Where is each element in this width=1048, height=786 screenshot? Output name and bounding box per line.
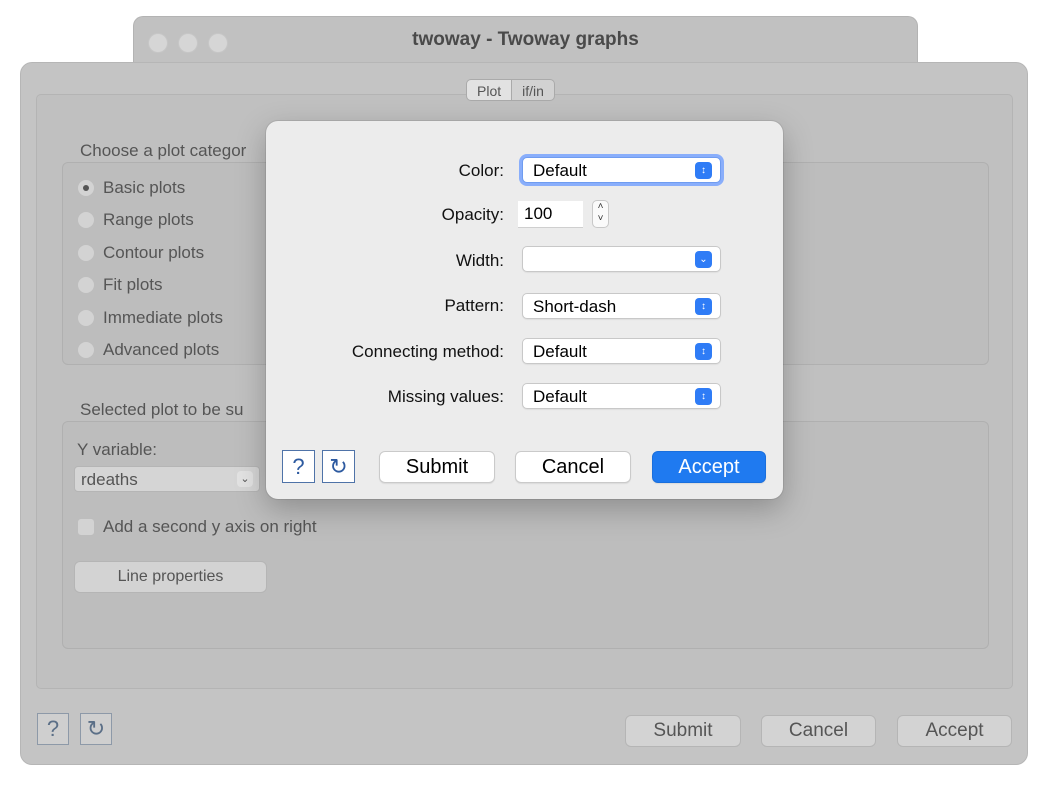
chevron-down-icon[interactable]: ⌄ xyxy=(237,471,253,487)
tab-plot[interactable]: Plot xyxy=(466,79,513,101)
question-mark-icon: ? xyxy=(292,454,305,479)
up-down-chevron-icon: ↕ xyxy=(695,298,712,315)
opacity-label: Opacity: xyxy=(441,205,504,224)
question-mark-icon: ? xyxy=(46,716,60,741)
dialog-help-button[interactable]: ? xyxy=(282,450,315,483)
tab-bar: Plot if/in xyxy=(466,79,555,101)
accept-button[interactable]: Accept xyxy=(897,715,1012,747)
tab-if-in[interactable]: if/in xyxy=(512,79,555,101)
radio-advanced-plots[interactable]: Advanced plots xyxy=(77,340,219,360)
cancel-button[interactable]: Cancel xyxy=(761,715,876,747)
up-down-chevron-icon: ↕ xyxy=(695,343,712,360)
window-title: twoway - Twoway graphs xyxy=(412,29,639,50)
help-button[interactable]: ? xyxy=(37,713,69,745)
radio-selected-icon[interactable] xyxy=(77,179,95,197)
missing-values-select[interactable]: Default ↕ xyxy=(522,383,721,409)
reset-button[interactable]: ↻ xyxy=(80,713,112,745)
connecting-method-select[interactable]: Default ↕ xyxy=(522,338,721,364)
radio-icon[interactable] xyxy=(77,341,95,359)
checkbox-icon[interactable] xyxy=(77,518,95,536)
second-y-axis-checkbox[interactable]: Add a second y axis on right xyxy=(77,517,317,537)
line-properties-button[interactable]: Line properties xyxy=(74,561,267,593)
radio-icon[interactable] xyxy=(77,244,95,262)
reset-arrow-icon: ↻ xyxy=(86,716,106,741)
radio-icon[interactable] xyxy=(77,211,95,229)
radio-basic-plots[interactable]: Basic plots xyxy=(77,178,185,198)
radio-icon[interactable] xyxy=(77,276,95,294)
plot-category-label: Choose a plot categor xyxy=(80,141,247,160)
opacity-stepper[interactable]: ˄ ˅ xyxy=(592,200,609,228)
title-bar: twoway - Twoway graphs xyxy=(133,16,918,65)
width-label: Width: xyxy=(455,251,504,270)
dialog-submit-button[interactable]: Submit xyxy=(379,451,495,483)
dialog-cancel-button[interactable]: Cancel xyxy=(515,451,631,483)
pattern-select[interactable]: Short-dash ↕ xyxy=(522,293,721,319)
color-label: Color: xyxy=(458,161,504,180)
radio-contour-plots[interactable]: Contour plots xyxy=(77,243,204,263)
missing-values-label: Missing values: xyxy=(387,387,504,406)
radio-icon[interactable] xyxy=(77,309,95,327)
radio-fit-plots[interactable]: Fit plots xyxy=(77,275,163,295)
y-variable-combo[interactable]: rdeaths ⌄ xyxy=(74,466,260,492)
y-variable-label: Y variable: xyxy=(77,440,158,459)
radio-immediate-plots[interactable]: Immediate plots xyxy=(77,308,223,328)
up-down-chevron-icon: ↕ xyxy=(695,388,712,405)
opacity-input[interactable]: 100 xyxy=(518,201,583,228)
submit-button[interactable]: Submit xyxy=(625,715,741,747)
up-down-chevron-icon: ↕ xyxy=(695,162,712,179)
selected-plot-label: Selected plot to be su xyxy=(80,400,244,419)
reset-arrow-icon: ↻ xyxy=(329,454,348,479)
chevron-down-icon: ⌄ xyxy=(695,251,712,268)
width-select[interactable]: ⌄ xyxy=(522,246,721,272)
color-select[interactable]: Default ↕ xyxy=(522,157,721,183)
radio-range-plots[interactable]: Range plots xyxy=(77,210,194,230)
dialog-reset-button[interactable]: ↻ xyxy=(322,450,355,483)
pattern-label: Pattern: xyxy=(444,296,504,315)
dialog-accept-button[interactable]: Accept xyxy=(652,451,766,483)
connecting-method-label: Connecting method: xyxy=(351,342,504,361)
line-properties-dialog: Color: Default ↕ Opacity: 100 ˄ ˅ Width: … xyxy=(266,121,783,499)
